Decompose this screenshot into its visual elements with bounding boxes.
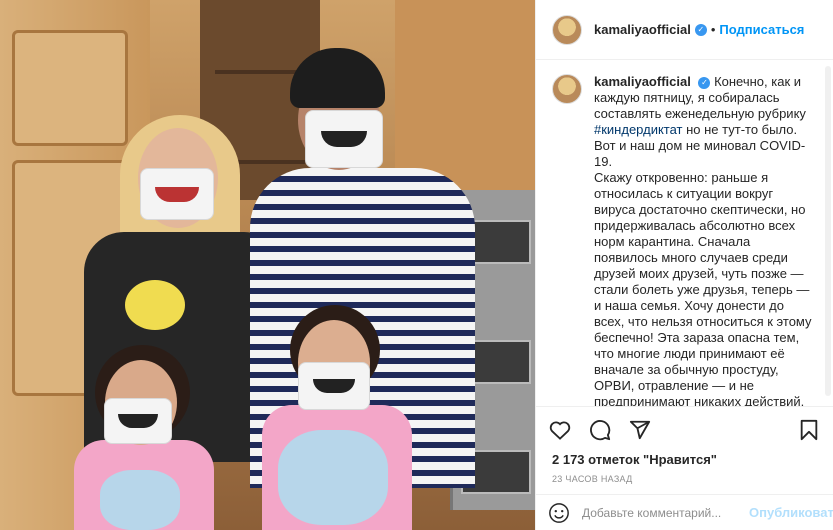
post-container: kamaliyaofficial ✓ • Подписаться kamaliy… <box>0 0 833 530</box>
emoji-icon[interactable] <box>548 501 570 525</box>
verified-badge-icon: ✓ <box>694 23 707 36</box>
apron-print <box>278 430 388 525</box>
action-bar <box>536 406 833 452</box>
separator-dot: • <box>710 22 716 37</box>
comment-form: Опубликовать <box>536 494 833 530</box>
hashtag-link[interactable]: #киндердиктат <box>594 122 683 137</box>
face-mask <box>140 168 214 220</box>
avatar[interactable] <box>552 14 582 45</box>
post-sidebar: kamaliyaofficial ✓ • Подписаться kamaliy… <box>535 0 833 530</box>
likes-count[interactable]: 2 173 отметок "Нравится" <box>536 452 833 470</box>
caption-scroll-area[interactable]: kamaliyaofficial ✓ Конечно, как и каждую… <box>536 60 833 406</box>
caption-username[interactable]: kamaliyaofficial <box>594 74 691 89</box>
tshirt-print <box>125 280 185 330</box>
share-icon[interactable] <box>628 418 652 442</box>
apron-print <box>100 470 180 530</box>
caption-text: kamaliyaofficial ✓ Конечно, как и каждую… <box>594 74 817 406</box>
verified-badge-icon: ✓ <box>698 77 711 89</box>
comment-icon[interactable] <box>588 418 612 442</box>
publish-button[interactable]: Опубликовать <box>749 505 833 520</box>
post-timestamp[interactable]: 23 ЧАСОВ НАЗАД <box>536 470 833 494</box>
face-mask <box>104 398 172 444</box>
caption: kamaliyaofficial ✓ Конечно, как и каждую… <box>552 74 817 406</box>
scrollbar[interactable] <box>825 66 831 396</box>
bookmark-icon[interactable] <box>797 418 821 442</box>
kitchen-cabinet-right <box>395 0 535 190</box>
comment-input[interactable] <box>580 504 739 521</box>
face-mask <box>305 110 383 168</box>
caption-avatar[interactable] <box>552 74 582 104</box>
shelf <box>215 70 305 74</box>
caption-text-after-tag: но не тут-то было. Вот и наш дом не мино… <box>594 122 812 406</box>
follow-button[interactable]: Подписаться <box>719 22 804 37</box>
face-mask <box>298 362 370 410</box>
post-header: kamaliyaofficial ✓ • Подписаться <box>536 0 833 60</box>
header-username[interactable]: kamaliyaofficial <box>594 22 691 37</box>
post-photo[interactable] <box>0 0 535 530</box>
heart-icon[interactable] <box>548 418 572 442</box>
